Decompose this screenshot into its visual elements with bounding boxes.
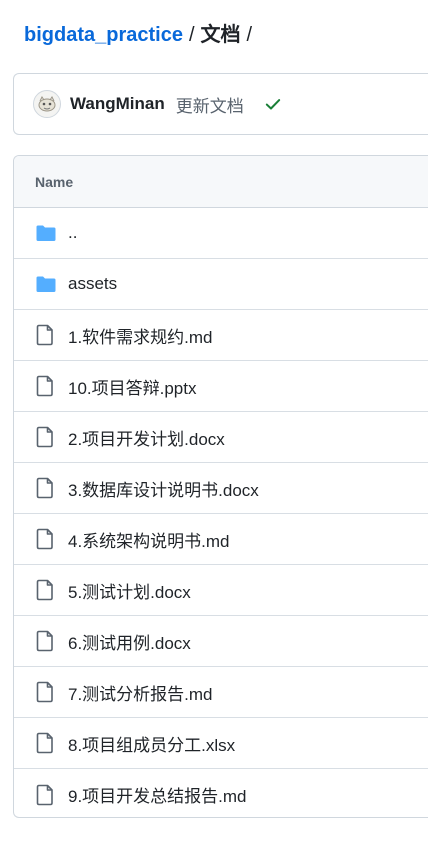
file-icon [35, 784, 57, 806]
breadcrumb-trailing-separator: / [246, 24, 253, 46]
breadcrumb-current-folder: 文档 [200, 24, 241, 46]
file-row[interactable]: 6.测试用例.docx [14, 616, 428, 667]
file-name-link[interactable]: .. [68, 223, 77, 243]
file-row[interactable]: 10.项目答辩.pptx [14, 361, 428, 412]
breadcrumb-repo-link[interactable]: bigdata_practice [24, 24, 183, 46]
file-row[interactable]: 4.系统架构说明书.md [14, 514, 428, 565]
file-icon [35, 732, 57, 754]
file-icon [35, 681, 57, 703]
file-icon [35, 426, 57, 448]
file-name-link[interactable]: 8.项目组成员分工.xlsx [68, 731, 235, 756]
file-row[interactable]: 1.软件需求规约.md [14, 310, 428, 361]
file-icon [35, 477, 57, 499]
file-name-link[interactable]: 6.测试用例.docx [68, 629, 191, 654]
file-icon [35, 375, 57, 397]
check-icon[interactable] [264, 95, 282, 113]
name-column-header: Name [35, 173, 74, 190]
file-row[interactable]: 7.测试分析报告.md [14, 667, 428, 718]
file-list: .. assets 1.软件需求规约.md 10.项目答辩.pptx 2.项目开发计划.… [14, 208, 428, 817]
file-icon [35, 579, 57, 601]
file-row[interactable]: 2.项目开发计划.docx [14, 412, 428, 463]
file-row[interactable]: 9.项目开发总结报告.md [14, 769, 428, 817]
breadcrumb-separator: / [188, 24, 195, 46]
file-name-link[interactable]: 2.项目开发计划.docx [68, 425, 225, 450]
folder-row[interactable]: assets [14, 259, 428, 310]
author-avatar[interactable] [33, 90, 61, 118]
file-name-link[interactable]: assets [68, 274, 117, 294]
folder-row[interactable]: .. [14, 208, 428, 259]
file-name-link[interactable]: 1.软件需求规约.md [68, 323, 213, 348]
avatar-image-icon [38, 96, 56, 112]
file-name-link[interactable]: 9.项目开发总结报告.md [68, 782, 247, 807]
commit-message[interactable]: 更新文档 [176, 92, 244, 117]
table-header: Name [14, 156, 428, 208]
file-icon [35, 528, 57, 550]
file-icon [35, 324, 57, 346]
file-row[interactable]: 5.测试计划.docx [14, 565, 428, 616]
folder-icon [35, 224, 57, 242]
file-row[interactable]: 3.数据库设计说明书.docx [14, 463, 428, 514]
file-name-link[interactable]: 3.数据库设计说明书.docx [68, 476, 259, 501]
commit-author[interactable]: WangMinan [70, 94, 165, 114]
breadcrumb: bigdata_practice / 文档 / [24, 20, 258, 50]
file-name-link[interactable]: 10.项目答辩.pptx [68, 374, 197, 399]
latest-commit-box: WangMinan 更新文档 [13, 73, 428, 135]
file-name-link[interactable]: 5.测试计划.docx [68, 578, 191, 603]
file-name-link[interactable]: 4.系统架构说明书.md [68, 527, 230, 552]
folder-icon [35, 275, 57, 293]
file-name-link[interactable]: 7.测试分析报告.md [68, 680, 213, 705]
file-row[interactable]: 8.项目组成员分工.xlsx [14, 718, 428, 769]
file-icon [35, 630, 57, 652]
file-table: Name .. assets 1.软件需求规约.md 10.项目答辩.pptx 2.项目… [13, 155, 428, 818]
